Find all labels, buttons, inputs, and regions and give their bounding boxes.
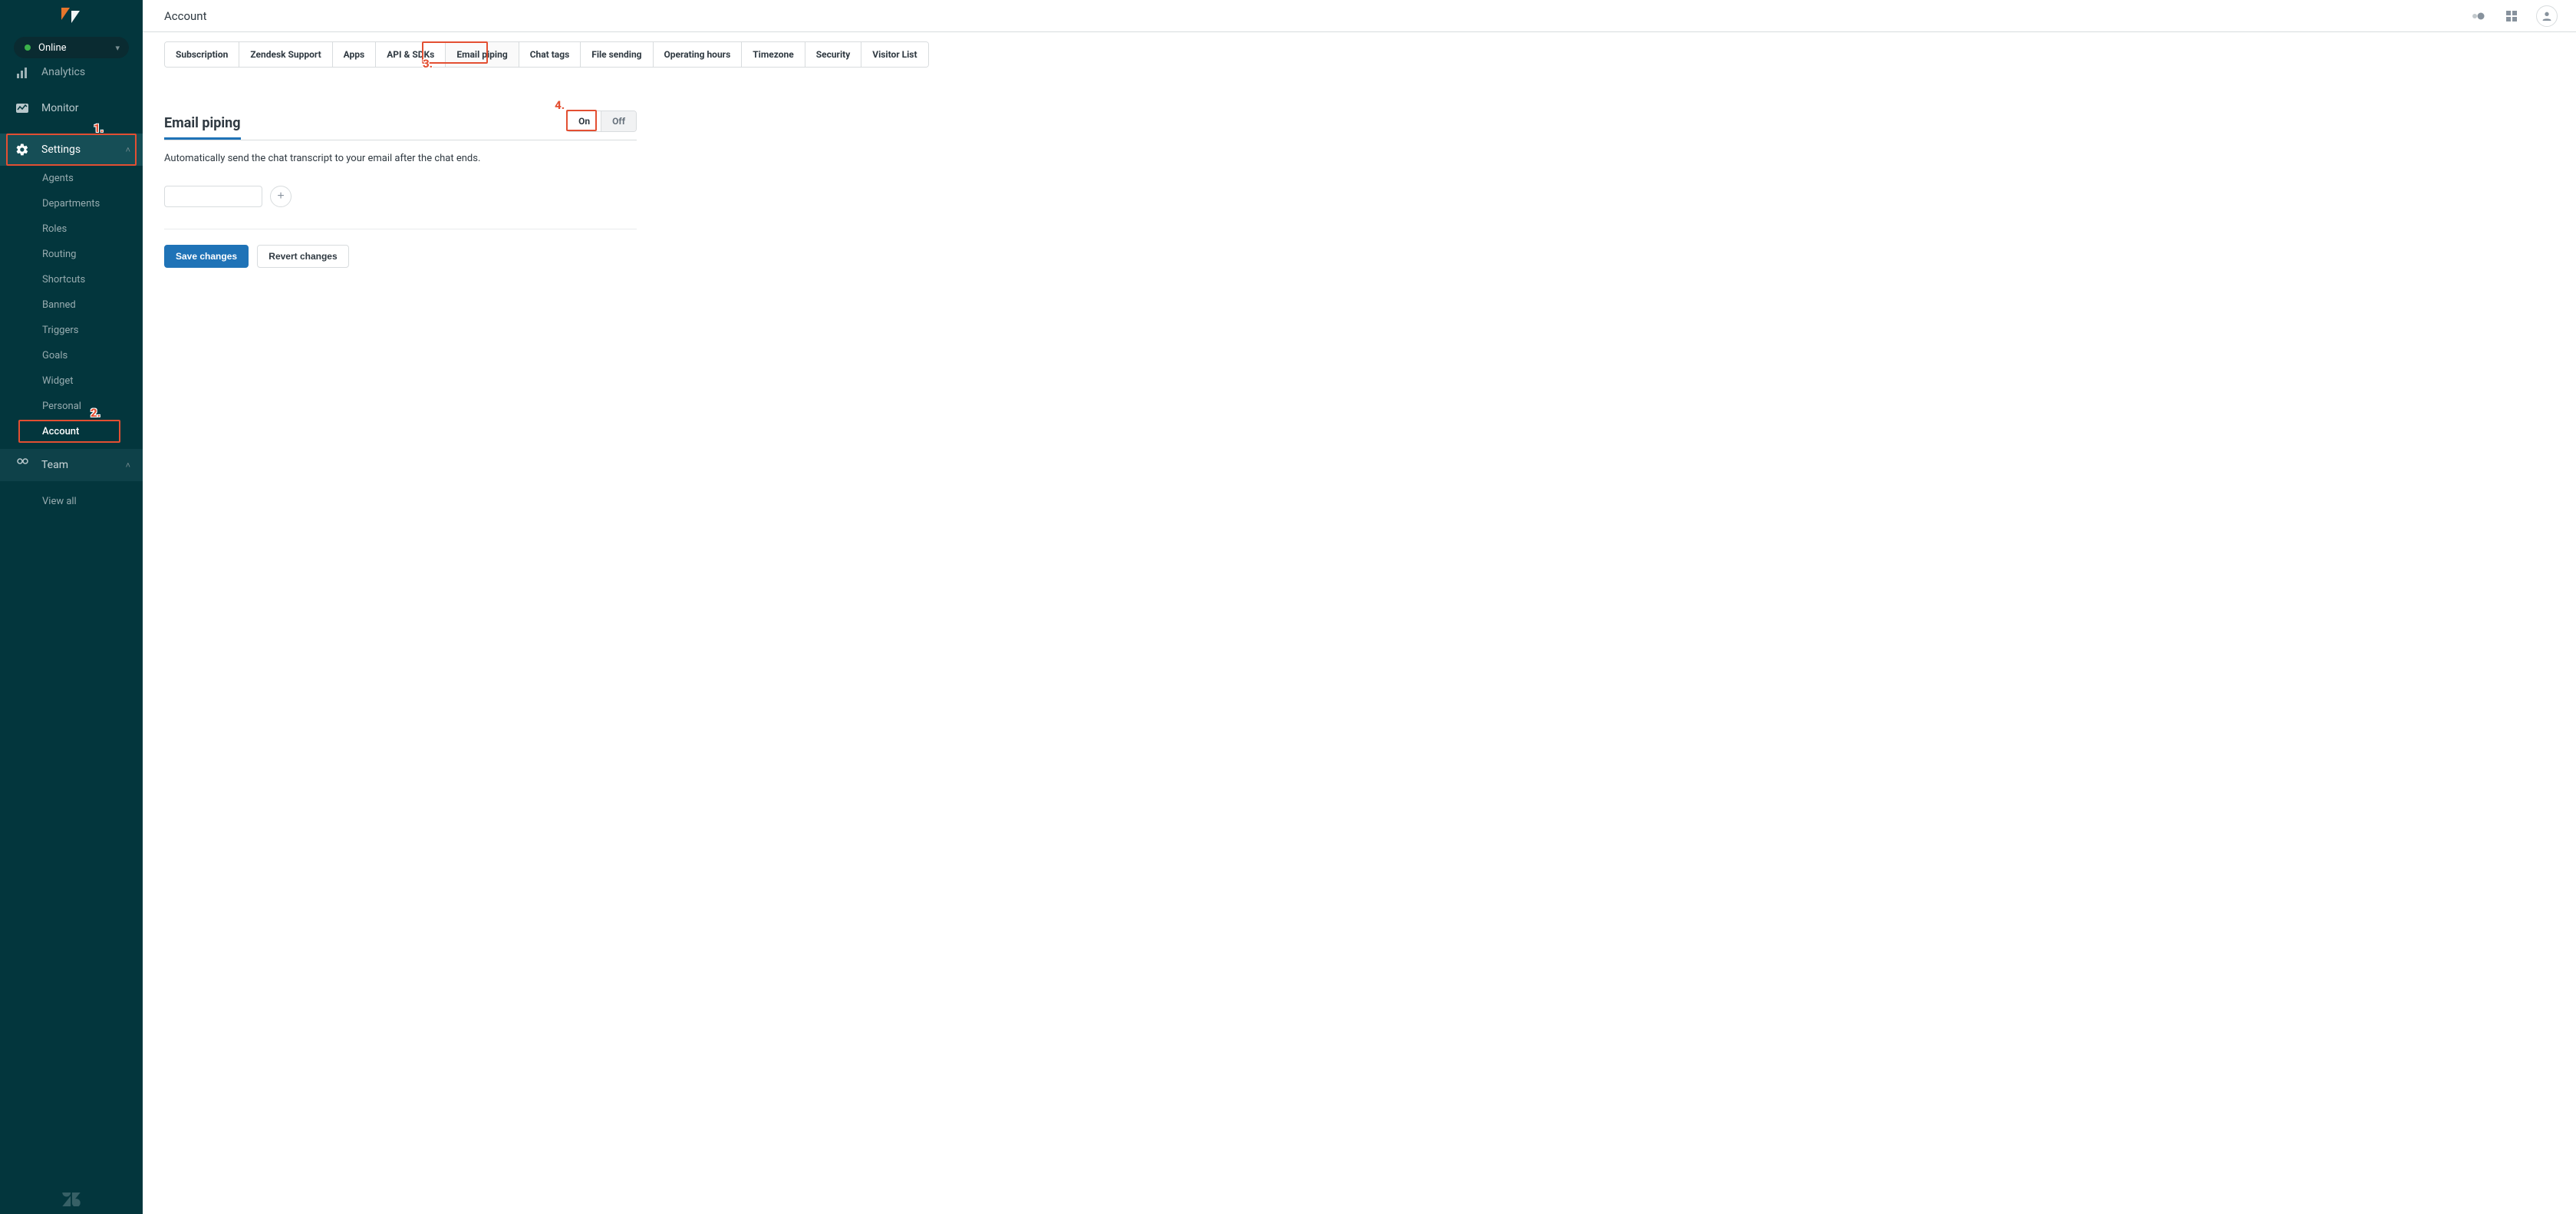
bar-chart-icon bbox=[15, 66, 29, 80]
tab-label: Operating hours bbox=[664, 49, 731, 60]
email-piping-toggle: On Off bbox=[567, 111, 637, 132]
sidebar-item-label: Account bbox=[42, 426, 79, 437]
sidebar-item-view-all[interactable]: View all bbox=[0, 489, 143, 514]
toggle-on[interactable]: On bbox=[568, 111, 601, 131]
settings-submenu: Agents Departments Roles Routing Shortcu… bbox=[0, 166, 143, 444]
tab-label: Zendesk Support bbox=[250, 49, 321, 60]
gear-icon bbox=[15, 143, 29, 157]
sidebar: Online ▾ Analytics Monitor Settings ˄ bbox=[0, 0, 143, 1214]
main-area: Account Subscription Zendesk Support App… bbox=[143, 0, 2576, 1214]
email-piping-panel: Email piping On Off 4. Automatically sen… bbox=[164, 111, 637, 268]
add-email-button[interactable]: + bbox=[270, 186, 292, 207]
plus-icon: + bbox=[277, 190, 284, 203]
tab-email-piping[interactable]: Email piping bbox=[446, 42, 519, 67]
status-dot-icon bbox=[25, 45, 31, 51]
status-label: Online bbox=[38, 42, 67, 54]
revert-button-label: Revert changes bbox=[268, 251, 337, 262]
sidebar-item-label: Widget bbox=[42, 375, 73, 387]
apps-grid-icon[interactable] bbox=[2501, 5, 2522, 27]
email-input-row: + bbox=[164, 186, 637, 207]
panel-title: Email piping bbox=[164, 115, 241, 140]
panel-actions: Save changes Revert changes bbox=[164, 245, 637, 268]
sidebar-item-label: Roles bbox=[42, 223, 67, 235]
toggle-off[interactable]: Off bbox=[601, 111, 636, 131]
email-input[interactable] bbox=[164, 186, 262, 207]
sidebar-item-label: Routing bbox=[42, 249, 76, 260]
sidebar-item-departments[interactable]: Departments bbox=[0, 191, 143, 216]
sidebar-item-triggers[interactable]: Triggers bbox=[0, 318, 143, 343]
callout-number-4: 4. bbox=[555, 98, 565, 112]
sidebar-item-label: View all bbox=[42, 496, 77, 507]
nav-team[interactable]: Team ˄ bbox=[0, 449, 143, 481]
tab-label: Security bbox=[816, 49, 851, 60]
nav-monitor[interactable]: Monitor bbox=[0, 94, 143, 123]
sidebar-item-routing[interactable]: Routing bbox=[0, 242, 143, 267]
sidebar-item-label: Shortcuts bbox=[42, 274, 85, 285]
presence-indicator-icon[interactable] bbox=[2467, 5, 2489, 27]
tab-label: Timezone bbox=[753, 49, 793, 60]
chevron-down-icon: ▾ bbox=[115, 43, 120, 53]
sidebar-item-label: Goals bbox=[42, 350, 68, 361]
sidebar-item-account[interactable]: Account bbox=[0, 419, 143, 444]
team-icon bbox=[15, 458, 29, 472]
nav-analytics[interactable]: Analytics bbox=[0, 66, 143, 81]
sidebar-item-label: Departments bbox=[42, 198, 100, 209]
sidebar-item-roles[interactable]: Roles bbox=[0, 216, 143, 242]
revert-button[interactable]: Revert changes bbox=[257, 245, 348, 268]
tab-label: API & SDKs bbox=[387, 49, 434, 60]
tab-label: File sending bbox=[591, 49, 641, 60]
tab-label: Apps bbox=[344, 49, 365, 60]
sidebar-footer bbox=[0, 1183, 143, 1214]
sidebar-item-personal[interactable]: Personal bbox=[0, 394, 143, 419]
sidebar-item-label: Agents bbox=[42, 173, 74, 184]
status-selector[interactable]: Online ▾ bbox=[14, 37, 129, 58]
sidebar-item-goals[interactable]: Goals bbox=[0, 343, 143, 368]
nav-team-label: Team bbox=[41, 459, 68, 471]
toggle-on-label: On bbox=[578, 116, 590, 127]
save-button-label: Save changes bbox=[176, 251, 237, 262]
tab-timezone[interactable]: Timezone bbox=[742, 42, 805, 67]
nav-monitor-label: Monitor bbox=[41, 102, 79, 114]
sidebar-item-widget[interactable]: Widget bbox=[0, 368, 143, 394]
sidebar-item-shortcuts[interactable]: Shortcuts bbox=[0, 267, 143, 292]
tab-label: Visitor List bbox=[872, 49, 917, 60]
sidebar-item-agents[interactable]: Agents bbox=[0, 166, 143, 191]
tab-label: Subscription bbox=[176, 49, 228, 60]
nav-settings[interactable]: Settings ˄ bbox=[0, 134, 143, 166]
sidebar-item-label: Personal bbox=[42, 401, 81, 412]
tab-file-sending[interactable]: File sending bbox=[581, 42, 653, 67]
app-logo bbox=[0, 0, 143, 26]
toggle-off-label: Off bbox=[612, 116, 625, 127]
tab-visitor-list[interactable]: Visitor List bbox=[861, 42, 927, 67]
save-button[interactable]: Save changes bbox=[164, 245, 249, 268]
tab-zendesk-support[interactable]: Zendesk Support bbox=[239, 42, 332, 67]
sidebar-item-label: Triggers bbox=[42, 325, 78, 336]
tab-subscription[interactable]: Subscription bbox=[165, 42, 239, 67]
chat-logo-icon bbox=[61, 8, 80, 23]
tab-security[interactable]: Security bbox=[805, 42, 862, 67]
tab-label: Email piping bbox=[456, 49, 507, 60]
sidebar-item-label: Banned bbox=[42, 299, 76, 311]
tab-chat-tags[interactable]: Chat tags bbox=[519, 42, 581, 67]
zendesk-icon bbox=[62, 1193, 81, 1206]
monitor-icon bbox=[15, 101, 29, 115]
sidebar-item-banned[interactable]: Banned bbox=[0, 292, 143, 318]
tab-label: Chat tags bbox=[530, 49, 570, 60]
nav-analytics-label: Analytics bbox=[41, 66, 85, 78]
chevron-up-icon: ˄ bbox=[126, 460, 130, 470]
account-tabs: Subscription Zendesk Support Apps API & … bbox=[164, 41, 929, 68]
chevron-up-icon: ˄ bbox=[126, 145, 130, 155]
panel-description: Automatically send the chat transcript t… bbox=[164, 153, 637, 164]
nav-settings-label: Settings bbox=[41, 144, 81, 156]
content: Subscription Zendesk Support Apps API & … bbox=[143, 32, 2576, 277]
tab-apps[interactable]: Apps bbox=[333, 42, 377, 67]
tab-api-sdks[interactable]: API & SDKs bbox=[376, 42, 446, 67]
avatar[interactable] bbox=[2536, 5, 2558, 27]
tab-operating-hours[interactable]: Operating hours bbox=[654, 42, 743, 67]
page-title: Account bbox=[164, 9, 207, 23]
topbar: Account bbox=[143, 0, 2576, 32]
